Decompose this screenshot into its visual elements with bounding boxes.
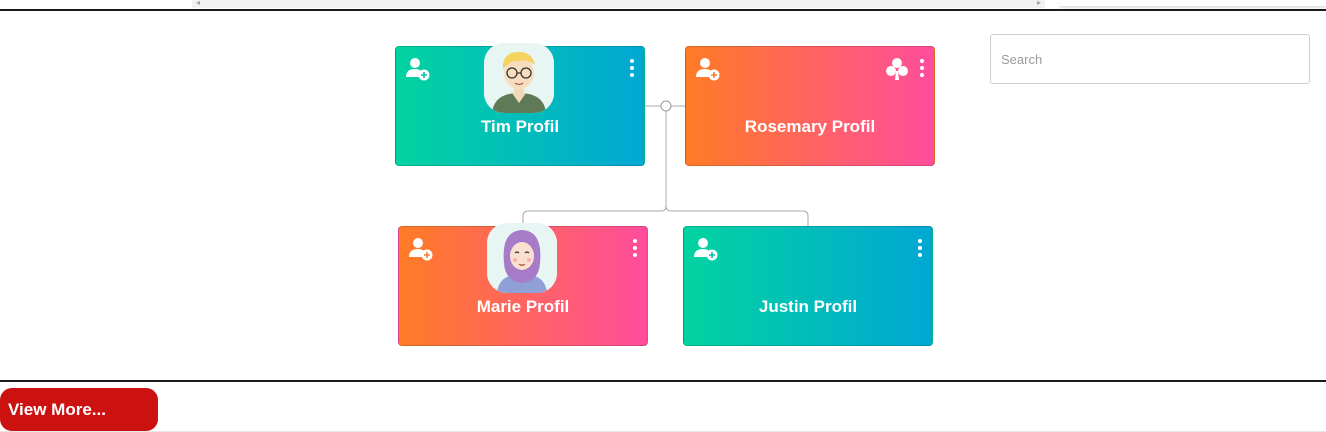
scroll-right-icon[interactable]: ▸ (1033, 0, 1045, 8)
profile-name: Justin Profil (758, 297, 858, 316)
kebab-menu-icon[interactable] (915, 238, 925, 260)
avatar-tim (484, 43, 554, 113)
view-more-button[interactable]: View More... (0, 388, 158, 431)
profile-card-marie[interactable]: Marie Profil (398, 223, 648, 346)
girl-in-hijab-avatar (487, 223, 557, 293)
profile-card-tim[interactable]: Tim Profil (395, 43, 645, 166)
profile-card-rosemary[interactable]: Rosemary Profil (685, 46, 935, 166)
profile-name: Rosemary Profil (744, 117, 876, 136)
add-person-icon[interactable] (695, 56, 721, 82)
add-person-icon[interactable] (405, 56, 431, 82)
org-chart-page: ◂ ▸ Tim Profil Rosemary Profil Marie Pro… (0, 0, 1326, 432)
search-input[interactable] (990, 34, 1310, 84)
bottom-bar (0, 383, 1326, 432)
add-person-icon[interactable] (408, 236, 434, 262)
add-person-icon[interactable] (693, 236, 719, 262)
avatar-marie (487, 223, 557, 293)
profile-name: Tim Profil (480, 117, 560, 136)
kebab-menu-icon[interactable] (917, 58, 927, 80)
kebab-menu-icon[interactable] (630, 238, 640, 260)
profile-name: Marie Profil (476, 297, 570, 316)
boy-with-glasses-avatar (484, 43, 554, 113)
scroll-left-icon[interactable]: ◂ (192, 0, 204, 8)
horizontal-scrollbar[interactable]: ◂ ▸ (192, 0, 1045, 8)
kebab-menu-icon[interactable] (627, 58, 637, 80)
profile-card-justin[interactable]: Justin Profil (683, 226, 933, 346)
top-right-panel (1060, 0, 1326, 7)
club-icon[interactable] (884, 56, 910, 82)
